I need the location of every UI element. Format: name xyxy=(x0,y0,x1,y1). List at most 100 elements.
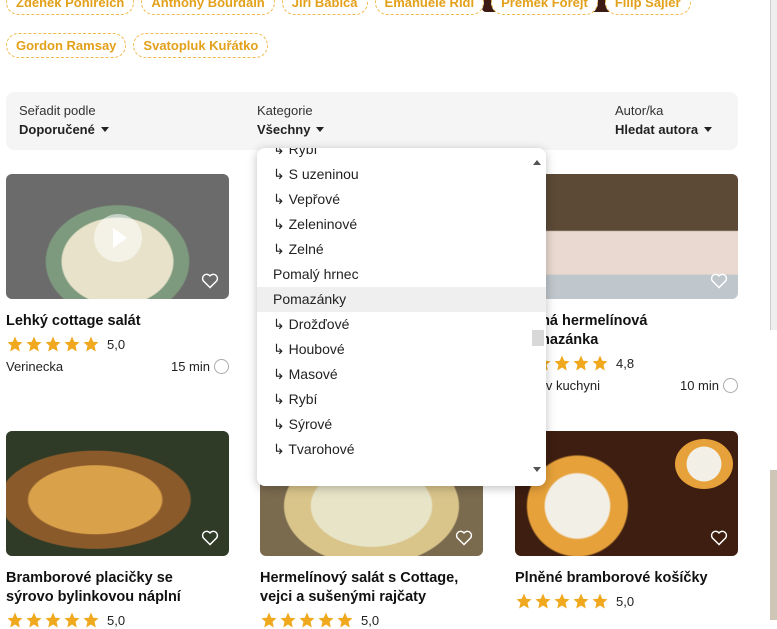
heart-icon[interactable] xyxy=(710,530,728,546)
recipe-photo[interactable] xyxy=(515,174,738,299)
recipe-time: 10 min xyxy=(680,378,738,393)
recipe-rating: 5,0 xyxy=(6,335,229,353)
category-value: Všechny xyxy=(257,122,311,137)
recipe-title[interactable]: Plněné bramborové košíčky xyxy=(515,569,738,588)
recipe-card[interactable]: šná hermelínová mazánka 4,8 a v kuchyni 1… xyxy=(515,174,738,393)
chef-tag[interactable]: Zdeněk Pohlreich xyxy=(6,0,135,15)
star-icon xyxy=(299,612,315,628)
star-icon xyxy=(45,336,61,352)
chef-tag[interactable]: Svatopluk Kuřátko xyxy=(133,33,269,58)
recipe-title[interactable]: šná hermelínová mazánka xyxy=(515,312,738,350)
star-icon xyxy=(280,612,296,628)
rating-value: 4,8 xyxy=(616,355,635,371)
heart-icon[interactable] xyxy=(710,273,728,289)
chef-tag[interactable]: Filip Sajler xyxy=(604,0,691,15)
category-filter[interactable]: Kategorie Všechny xyxy=(257,103,325,137)
dropdown-option[interactable]: ↳ Zeleninové xyxy=(257,212,546,237)
clock-icon xyxy=(214,359,229,374)
recipe-title-line: šná hermelínová xyxy=(533,313,648,329)
star-icon xyxy=(83,336,99,352)
recipe-title-line: Bramborové placičky se xyxy=(6,570,173,586)
chef-tag[interactable]: Přemek Forejt xyxy=(491,0,598,15)
recipe-title[interactable]: Lehký cottage salát xyxy=(6,312,229,331)
recipe-title-line: sýrovo bylinkovou náplní xyxy=(6,589,181,605)
dropdown-option[interactable]: ↳ Masové xyxy=(257,362,546,387)
chef-tag[interactable]: Gordon Ramsay xyxy=(6,33,127,58)
dropdown-option[interactable]: ↳ Zelné xyxy=(257,237,546,262)
sort-filter[interactable]: Seřadit podle Doporučené xyxy=(19,103,109,137)
chef-tag[interactable]: Jiří Babica xyxy=(281,0,368,15)
chef-tags-row: Gordon Ramsay Svatopluk Kuřátko xyxy=(6,33,269,58)
star-icon xyxy=(592,355,608,371)
recipe-title[interactable]: Hermelínový salát s Cottage, vejci a suše… xyxy=(260,569,483,607)
caret-down-icon xyxy=(704,127,713,132)
caret-down-icon xyxy=(100,127,109,132)
recipe-title-line: Hermelínový salát s Cottage, xyxy=(260,570,459,586)
dropdown-option[interactable]: ↳ Vepřové xyxy=(257,187,546,212)
star-icon xyxy=(554,355,570,371)
scrollbar-thumb[interactable] xyxy=(532,330,544,346)
chef-tag[interactable]: Anthony Bourdain xyxy=(141,0,275,15)
sort-value: Doporučené xyxy=(19,122,95,137)
dropdown-option[interactable]: ↳ Rybí xyxy=(257,387,546,412)
star-icon xyxy=(573,593,589,609)
dropdown-option[interactable]: ↳ Houbové xyxy=(257,337,546,362)
author-filter[interactable]: Autor/ka Hledat autora xyxy=(615,103,713,137)
dropdown-option[interactable]: ↳ Sýrové xyxy=(257,412,546,437)
recipe-card[interactable]: Plněné bramborové košíčky 5,0 xyxy=(515,431,738,610)
recipe-photo[interactable] xyxy=(515,431,738,556)
dropdown-option[interactable]: ↳ Tvarohové xyxy=(257,437,546,462)
star-icon xyxy=(83,612,99,628)
sort-select[interactable]: Doporučené xyxy=(19,122,109,137)
scroll-down-icon[interactable] xyxy=(533,467,541,472)
recipe-title[interactable]: Bramborové placičky se sýrovo bylinkovou … xyxy=(6,569,229,607)
recipe-rating: 5,0 xyxy=(6,611,229,629)
side-image-edge xyxy=(770,470,777,620)
recipe-title-line: mazánka xyxy=(537,332,599,348)
star-icon xyxy=(337,612,353,628)
chef-tag[interactable]: Emanuele Ridi xyxy=(374,0,485,15)
recipe-meta: Verinecka 15 min xyxy=(6,359,229,374)
star-icon xyxy=(535,593,551,609)
author-select[interactable]: Hledat autora xyxy=(615,122,713,137)
dropdown-scrollbar[interactable] xyxy=(530,160,544,472)
category-select[interactable]: Všechny xyxy=(257,122,325,137)
dropdown-option[interactable]: Pomalý hrnec xyxy=(257,262,546,287)
star-icon xyxy=(573,355,589,371)
rating-value: 5,0 xyxy=(107,612,126,628)
star-icon xyxy=(592,593,608,609)
play-video-icon[interactable] xyxy=(94,214,142,262)
dropdown-option[interactable]: ↳ Rybí xyxy=(257,148,546,162)
filter-bar: Seřadit podle Doporučené Kategorie Všech… xyxy=(6,92,738,150)
star-icon xyxy=(64,612,80,628)
author-value: Hledat autora xyxy=(615,122,699,137)
heart-icon[interactable] xyxy=(455,530,473,546)
heart-icon[interactable] xyxy=(201,530,219,546)
recipe-photo[interactable] xyxy=(6,431,229,556)
sort-label: Seřadit podle xyxy=(19,103,96,118)
recipe-title-line: vejci a sušenými rajčaty xyxy=(260,589,427,605)
dropdown-option-highlighted[interactable]: Pomazánky xyxy=(257,287,546,312)
chef-tags-row: Zdeněk Pohlreich Anthony Bourdain Jiří B… xyxy=(6,0,691,15)
time-value: 15 min xyxy=(170,359,210,374)
recipe-card[interactable]: Lehký cottage salát 5,0 Verinecka 15 min xyxy=(6,174,229,374)
recipe-rating: 4,8 xyxy=(515,354,738,372)
dropdown-option[interactable]: ↳ S uzeninou xyxy=(257,162,546,187)
recipe-card[interactable]: Bramborové placičky se sýrovo bylinkovou … xyxy=(6,431,229,629)
recipe-author[interactable]: Verinecka xyxy=(6,359,63,374)
star-icon xyxy=(7,336,23,352)
recipe-meta: a v kuchyni 10 min xyxy=(515,378,738,393)
star-icon xyxy=(554,593,570,609)
star-icon xyxy=(45,612,61,628)
rating-value: 5,0 xyxy=(361,612,380,628)
clock-icon xyxy=(723,378,738,393)
star-icon xyxy=(318,612,334,628)
heart-icon[interactable] xyxy=(201,273,219,289)
star-icon xyxy=(516,593,532,609)
dropdown-option[interactable]: ↳ Drožďové xyxy=(257,312,546,337)
recipe-photo[interactable] xyxy=(6,174,229,299)
scroll-up-icon[interactable] xyxy=(533,160,541,165)
caret-down-icon xyxy=(316,127,325,132)
recipe-rating: 5,0 xyxy=(260,611,483,629)
category-dropdown-list[interactable]: ↳ Rybí ↳ S uzeninou ↳ Vepřové ↳ Zelenino… xyxy=(257,148,546,486)
